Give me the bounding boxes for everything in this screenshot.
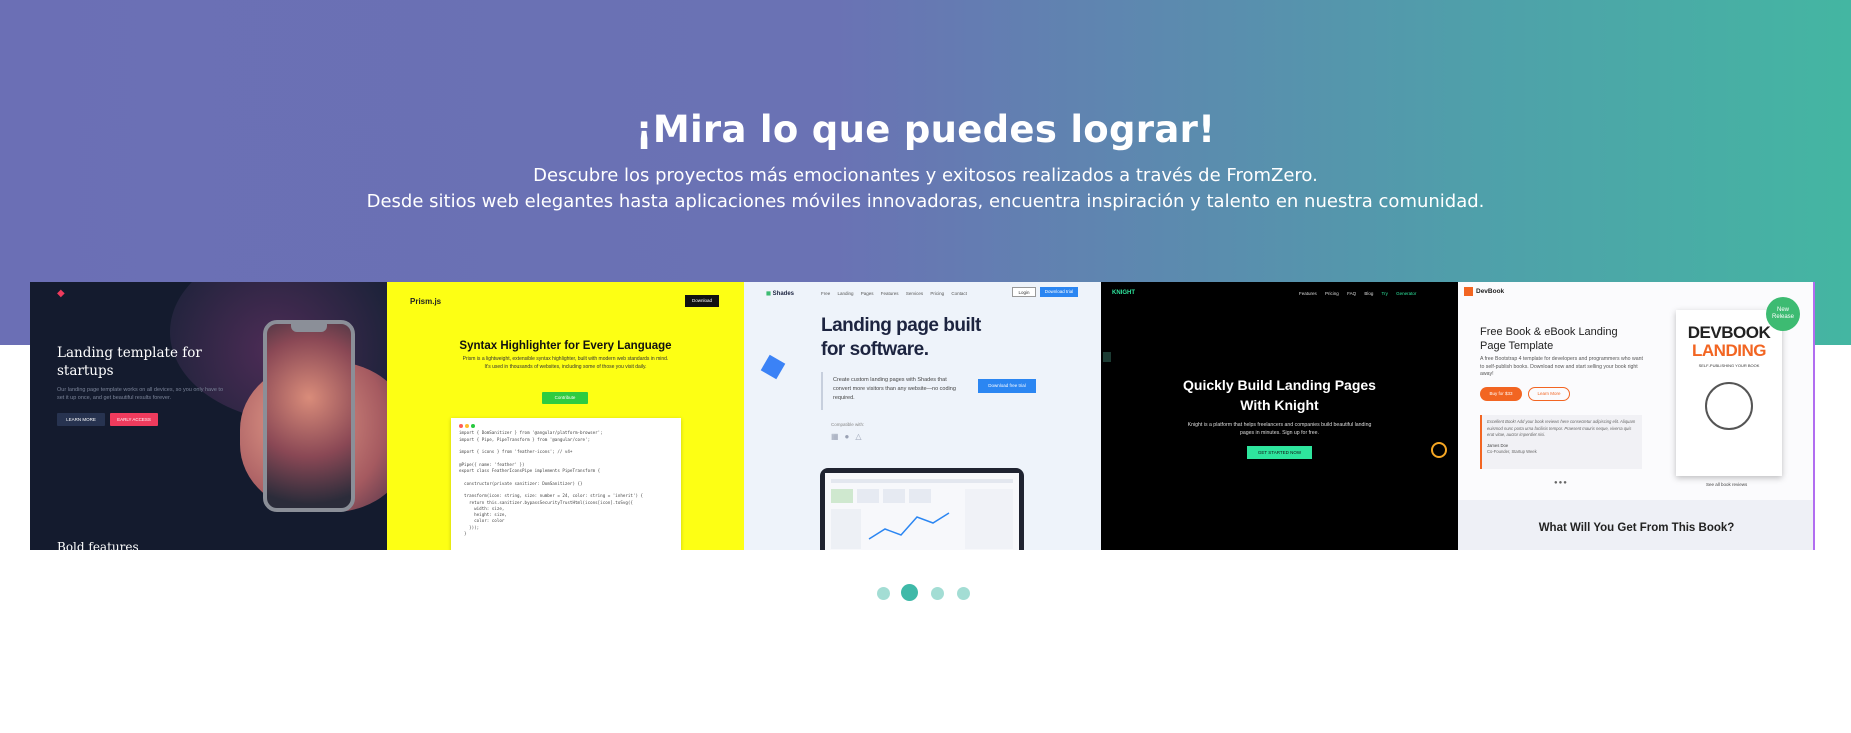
nav-item[interactable]: Features [881, 291, 899, 296]
code-lines: import { DomSanitizer } from '@angular/p… [459, 430, 673, 537]
slide-title: Landing template for startups [57, 345, 202, 379]
ring-decoration [1431, 442, 1447, 458]
knight-logo: KNIGHT [1112, 290, 1135, 296]
nav-item[interactable]: Contact [951, 291, 967, 296]
nav-item[interactable]: Free Landing Pages [821, 291, 874, 296]
carousel-dot-active[interactable] [901, 584, 918, 601]
slide-title: Syntax Highlighter for Every Language [459, 340, 672, 352]
side-tab [1103, 352, 1111, 362]
section-heading: Bold features [57, 540, 139, 550]
carousel-dot[interactable] [877, 587, 890, 600]
buy-button[interactable]: Buy for $33 [1480, 387, 1522, 401]
logo-icon: ◆ [57, 288, 65, 299]
slide-title: Landing page built for software. [821, 315, 981, 360]
knight-nav: Features Pricing FAQ Blog Try Generator [1299, 291, 1416, 296]
prism-logo: Prism.js [410, 297, 442, 306]
see-reviews-link[interactable]: See all book reviews [1706, 482, 1747, 487]
shades-nav: Free Landing Pages Features Services Pri… [821, 291, 967, 296]
book-cover: DEVBOOK LANDING SELF-PUBLISHING YOUR BOO… [1676, 310, 1782, 476]
dashboard-preview [825, 473, 1019, 550]
slide-description: Create custom landing pages with Shades … [833, 377, 956, 401]
carousel-dot[interactable] [957, 587, 970, 600]
carousel-slide-startup[interactable]: ◆ Landing template for startups Our land… [30, 282, 387, 550]
slide-description: Knight is a platform that helps freelanc… [1187, 422, 1372, 436]
early-access-button[interactable]: EARLY ACCESS [110, 413, 158, 426]
learn-more-button[interactable]: Learn More [1528, 387, 1570, 401]
laptop-mockup [820, 468, 1024, 550]
download-button[interactable]: Download [685, 295, 719, 307]
slide-description: Prism is a lightweight, extensible synta… [462, 356, 669, 370]
learn-more-button[interactable]: LEARN MORE [57, 413, 105, 426]
carousel-dot[interactable] [931, 587, 944, 600]
slide-description: A free Bootstrap 4 template for develope… [1480, 356, 1643, 377]
slide-title: Free Book & eBook Landing Page Template [1480, 326, 1618, 352]
robot-face-icon [1705, 382, 1753, 430]
slide-title: Quickly Build Landing Pages With Knight [1183, 377, 1376, 413]
reviewer-role: Co-Founder, Startup Week [1487, 449, 1537, 454]
compatible-label: Compatible with: [831, 422, 865, 427]
devbook-logo: DevBook [1464, 287, 1504, 296]
get-started-button[interactable]: GET STARTED NOW [1247, 446, 1312, 459]
phone-mockup [263, 320, 355, 512]
code-sample: import { DomSanitizer } from '@angular/p… [451, 418, 681, 550]
carousel-slide-devbook[interactable]: DevBook Free Book & eBook Landing Page T… [1458, 282, 1815, 550]
login-button[interactable]: Login [1012, 287, 1036, 297]
review-quote: Excellent Book! Add your book reviews he… [1480, 415, 1642, 469]
nav-item[interactable]: Features [1299, 291, 1317, 296]
hero-subtitle-line-2: Desde sitios web elegantes hasta aplicac… [366, 191, 1485, 212]
carousel-slide-shades[interactable]: ◼ Shades Free Landing Pages Features Ser… [744, 282, 1101, 550]
nav-item[interactable]: Services [906, 291, 923, 296]
carousel-slide-knight[interactable]: KNIGHT Features Pricing FAQ Blog Try Gen… [1101, 282, 1458, 550]
contribute-button[interactable]: Contribute [542, 392, 588, 404]
carousel-slide-prism[interactable]: Prism.js Download Syntax Highlighter for… [387, 282, 744, 550]
code-line: transform(icon: string, size: number = 2… [459, 493, 644, 499]
nav-item[interactable]: Pricing [1325, 291, 1339, 296]
download-free-trial-button[interactable]: Download free trial [978, 379, 1036, 393]
nav-item-highlight[interactable]: Try Generator [1382, 291, 1417, 296]
nav-item[interactable]: Pricing [930, 291, 944, 296]
code-line: } [459, 531, 467, 537]
nav-item[interactable]: Blog [1364, 291, 1373, 296]
slide-description: Our landing page template works on all d… [57, 387, 224, 401]
nav-item[interactable]: FAQ [1347, 291, 1356, 296]
download-trial-button[interactable]: Download trial [1040, 287, 1078, 297]
shades-logo: ◼ Shades [766, 291, 794, 297]
hero-subtitle-line-1: Descubre los proyectos más emocionantes … [533, 165, 1318, 186]
section-heading: What Will You Get From This Book? [1538, 522, 1735, 534]
review-pager-icon: ●●● [1554, 480, 1568, 486]
new-release-badge: New Release [1766, 297, 1800, 331]
platform-icons: ▦●△ [831, 432, 868, 441]
diamond-decoration [760, 354, 786, 380]
dashboard-chart-icon [831, 479, 1013, 549]
cta-box: Create custom landing pages with Shades … [821, 372, 1039, 410]
hero-title: ¡Mira lo que puedes lograr! [635, 108, 1216, 151]
